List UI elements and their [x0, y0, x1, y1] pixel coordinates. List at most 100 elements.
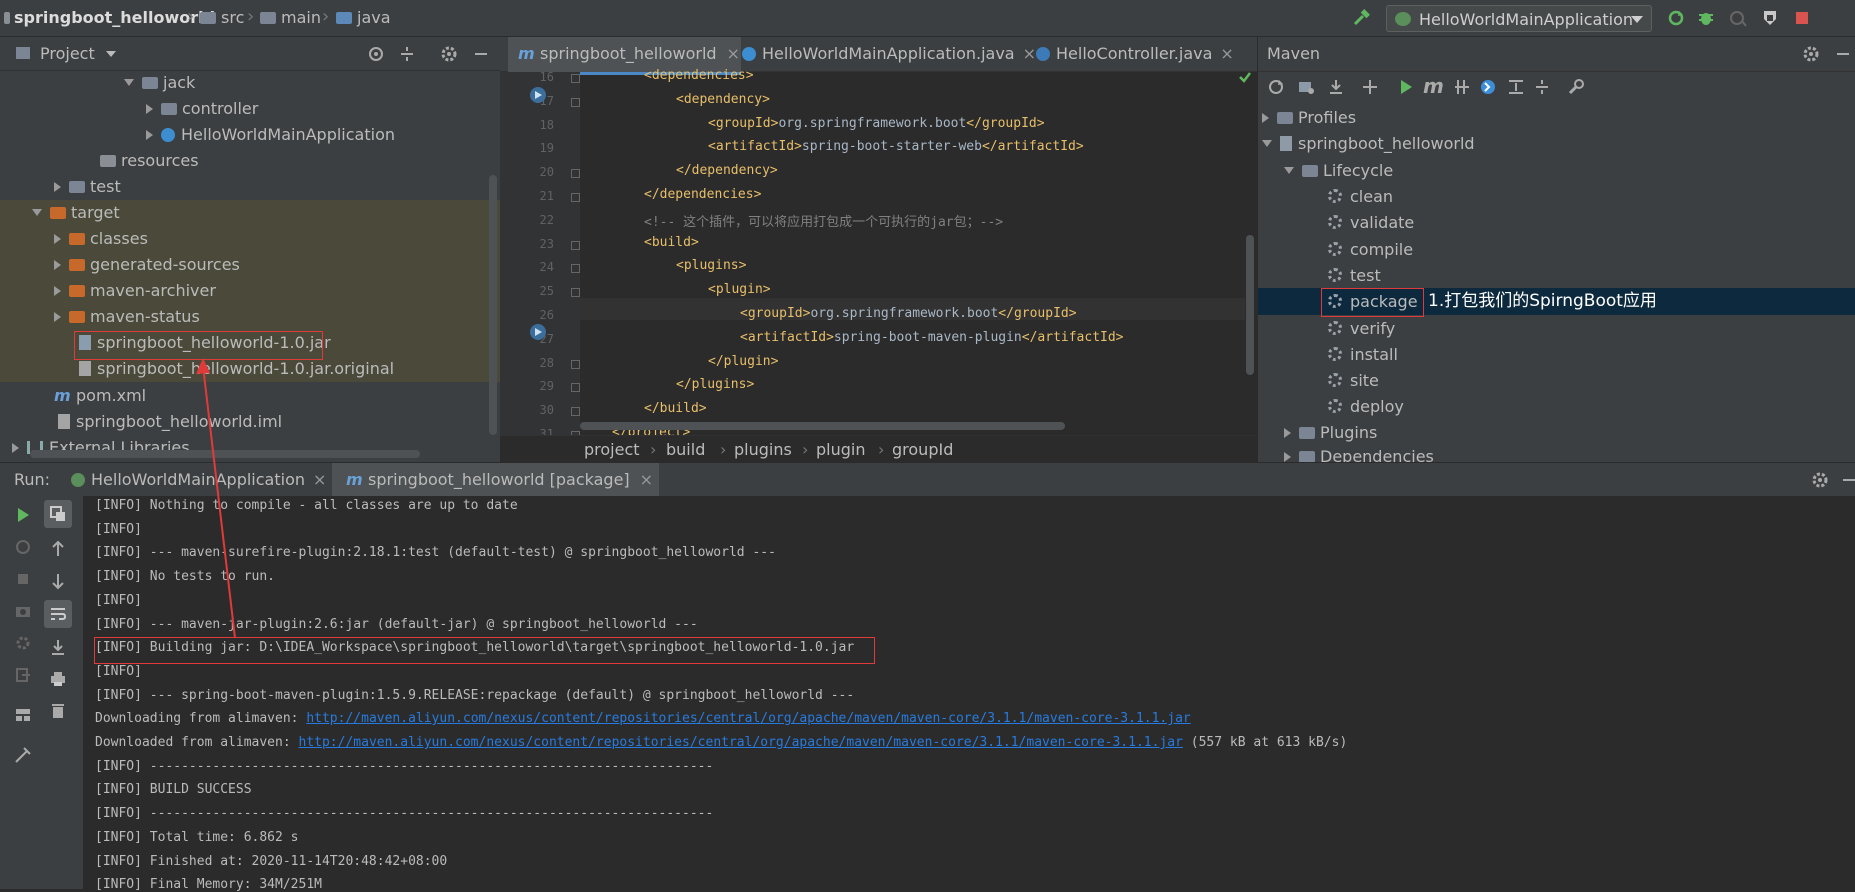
close-icon[interactable]: × [313, 470, 326, 489]
build-hammer-icon[interactable] [1352, 9, 1370, 27]
xml-crumb-groupid[interactable]: groupId [892, 440, 953, 459]
trash-icon[interactable] [49, 702, 67, 720]
tree-item-generated-sources[interactable]: generated-sources [0, 252, 542, 278]
vertical-scrollbar[interactable] [489, 175, 497, 435]
rerun-icon[interactable] [1667, 9, 1685, 27]
coverage-icon[interactable] [1729, 9, 1747, 27]
generate-sources-icon[interactable] [1297, 78, 1315, 96]
lifecycle-goal-test[interactable]: test [1328, 263, 1381, 289]
tree-item-maven-archiver[interactable]: maven-archiver [0, 278, 542, 304]
breadcrumb-src[interactable]: src [200, 8, 244, 27]
tree-item-maven-status[interactable]: maven-status [0, 304, 542, 330]
tree-item-iml[interactable]: springboot_helloworld.iml [0, 409, 546, 435]
maven-plugins[interactable]: Plugins [1284, 420, 1377, 446]
arrow-up-icon[interactable] [49, 540, 67, 558]
fold-marker-icon[interactable] [571, 74, 580, 83]
run-tab-package[interactable]: m springboot_helloworld [package] × [332, 463, 659, 497]
tab-hello-controller[interactable]: HelloController.java × [1030, 37, 1236, 72]
fold-marker-icon[interactable] [571, 360, 580, 369]
fold-marker-icon[interactable] [571, 98, 580, 107]
fold-marker-icon[interactable] [571, 241, 580, 250]
close-icon[interactable]: × [1220, 44, 1233, 63]
maven-lifecycle[interactable]: Lifecycle [1284, 158, 1393, 184]
maven-profiles[interactable]: Profiles [1262, 105, 1356, 131]
run-tab-main-application[interactable]: HelloWorldMainApplication × [65, 463, 336, 497]
fold-marker-icon[interactable] [571, 383, 580, 392]
fold-marker-icon[interactable] [571, 264, 580, 273]
horizontal-scrollbar[interactable] [30, 450, 420, 458]
pin-icon[interactable] [14, 746, 32, 764]
xml-crumb-plugin[interactable]: plugin [816, 440, 865, 459]
rerun-failed-icon[interactable] [14, 538, 32, 556]
run-icon[interactable] [14, 506, 32, 524]
close-icon[interactable]: × [640, 470, 653, 489]
settings-icon[interactable] [14, 634, 32, 652]
line-number: 25 [539, 284, 554, 298]
reload-icon[interactable] [1267, 78, 1285, 96]
camera-icon[interactable] [14, 602, 32, 620]
print-icon[interactable] [49, 670, 67, 688]
gear-icon[interactable] [1802, 45, 1820, 63]
layout-icon[interactable] [14, 706, 32, 724]
breadcrumb-main[interactable]: main [260, 8, 321, 27]
fold-marker-icon[interactable] [571, 193, 580, 202]
tab-main-application[interactable]: HelloWorldMainApplication.java × [736, 37, 1036, 72]
fold-marker-icon[interactable] [571, 407, 580, 416]
skip-tests-icon[interactable] [1479, 78, 1497, 96]
hide-panel-icon[interactable] [1834, 45, 1852, 63]
arrow-down-icon[interactable] [49, 572, 67, 590]
lifecycle-goal-install[interactable]: install [1328, 342, 1398, 368]
console-link[interactable]: http://maven.aliyun.com/nexus/content/re… [299, 735, 1183, 750]
stop-icon[interactable] [1793, 9, 1811, 27]
lifecycle-goal-deploy[interactable]: deploy [1328, 394, 1404, 420]
run-gutter-icon[interactable] [528, 85, 548, 105]
xml-crumb-build[interactable]: build [666, 440, 705, 459]
fold-marker-icon[interactable] [571, 288, 580, 297]
tree-item-classes[interactable]: classes [0, 226, 542, 252]
lifecycle-goal-validate[interactable]: validate [1328, 210, 1414, 236]
lifecycle-goal-compile[interactable]: compile [1328, 237, 1413, 263]
download-icon[interactable] [1327, 78, 1345, 96]
lifecycle-goal-site[interactable]: site [1328, 368, 1379, 394]
tree-item-target[interactable]: target [0, 200, 520, 226]
project-view-selector[interactable]: Project [40, 44, 116, 63]
maven-project[interactable]: springboot_helloworld [1262, 131, 1475, 157]
breadcrumb-java[interactable]: java [336, 8, 391, 27]
xml-crumb-plugins[interactable]: plugins [734, 440, 792, 459]
debug-bug-icon[interactable] [1697, 9, 1715, 27]
gear-icon[interactable] [440, 45, 458, 63]
add-icon[interactable] [1361, 78, 1379, 96]
tree-item-test[interactable]: test [0, 174, 542, 200]
console-text: [INFO] ---------------------------------… [95, 759, 714, 774]
console-link[interactable]: http://maven.aliyun.com/nexus/content/re… [306, 711, 1190, 726]
toggle-offline-icon[interactable] [1453, 78, 1471, 96]
gear-icon[interactable] [1811, 471, 1829, 489]
execute-goal-icon[interactable]: m [1423, 74, 1444, 98]
scroll-to-end-icon[interactable] [49, 638, 67, 656]
fold-marker-icon[interactable] [571, 169, 580, 178]
editor-horizontal-scrollbar[interactable] [580, 422, 1065, 430]
lifecycle-goal-clean[interactable]: clean [1328, 184, 1393, 210]
run-icon[interactable] [1397, 78, 1415, 96]
exit-icon[interactable] [14, 666, 32, 684]
show-dependencies-icon[interactable] [1507, 78, 1525, 96]
xml-crumb-project[interactable]: project [584, 440, 640, 459]
editor-vertical-scrollbar[interactable] [1246, 235, 1254, 375]
collapse-all-icon[interactable] [398, 45, 416, 63]
profiler-icon[interactable] [1761, 9, 1779, 27]
tree-item-pom[interactable]: m pom.xml [0, 383, 542, 409]
collapse-all-icon[interactable] [1533, 78, 1551, 96]
run-configuration-select[interactable]: HelloWorldMainApplication [1386, 5, 1652, 32]
run-gutter-icon[interactable] [528, 322, 548, 342]
lifecycle-goal-verify[interactable]: verify [1328, 316, 1395, 342]
breadcrumb-project[interactable]: springboot_helloworld [4, 8, 215, 27]
maven-dependencies[interactable]: Dependencies [1284, 446, 1434, 462]
maven-lifecycle-label: Lifecycle [1323, 161, 1394, 180]
locate-file-icon[interactable] [367, 45, 385, 63]
hide-panel-icon[interactable] [1841, 471, 1855, 489]
tree-item-label: target [71, 203, 120, 222]
tree-item-label: generated-sources [90, 255, 240, 274]
stop-icon[interactable] [14, 570, 32, 588]
wrench-icon[interactable] [1567, 78, 1585, 96]
hide-panel-icon[interactable] [472, 45, 490, 63]
